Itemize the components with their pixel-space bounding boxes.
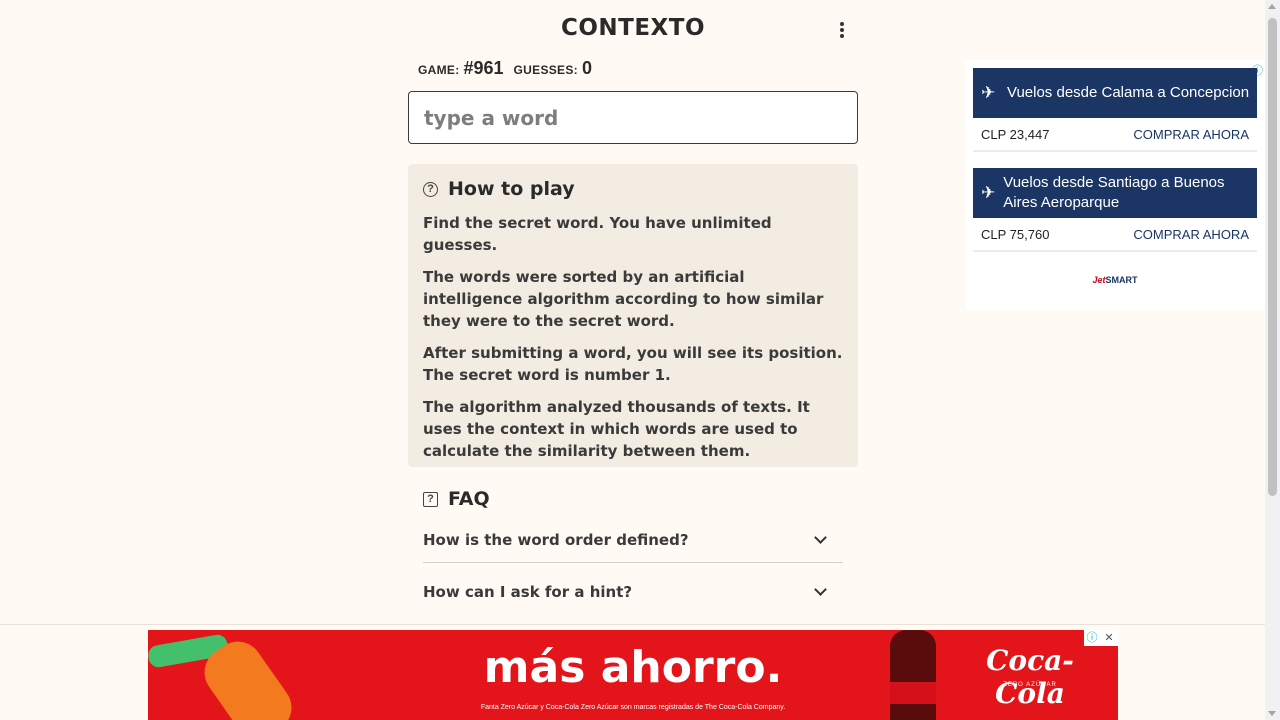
faq-item-word-order[interactable]: How is the word order defined? [423,518,843,563]
ad-card-title: Vuelos desde Santiago a Buenos Aires Aer… [1003,174,1225,211]
coca-cola-logo: Coca-Cola [986,644,1074,710]
word-input[interactable] [408,91,858,144]
bottle-label-image [890,682,936,704]
faq-question: How can I ask for a hint? [423,583,633,601]
ad-card-header[interactable]: ✈ Vuelos desde Santiago a Buenos Aires A… [973,168,1257,218]
how-to-play-paragraph: The algorithm analyzed thousands of text… [423,398,810,460]
main-column: CONTEXTO GAME: #961 GUESSES: 0 ? How to … [408,0,858,601]
coca-cola-bottle-image [890,630,936,720]
chevron-down-icon [814,531,827,544]
bottom-banner-ad[interactable]: más ahorro. Fanta Zero Azúcar y Coca-Col… [148,630,1118,720]
faq-title: FAQ [448,488,490,510]
ad-card-footer: CLP 75,760 COMPRAR AHORA [973,218,1257,252]
faq-item-hint[interactable]: How can I ask for a hint? [423,563,843,615]
game-info: GAME: #961 GUESSES: 0 [418,58,602,79]
scroll-up-arrow-icon[interactable] [1268,4,1276,9]
faq-header: ? FAQ [423,488,843,510]
plane-icon: ✈ [981,183,996,202]
chevron-down-icon [814,583,827,596]
question-circle-icon: ? [423,181,438,197]
how-to-play-paragraph: After submitting a word, you will see it… [423,344,843,384]
ad-buy-button[interactable]: COMPRAR AHORA [1133,127,1249,142]
plane-icon: ✈ [981,83,996,102]
guesses-count: 0 [581,58,592,78]
kebab-menu-icon[interactable] [838,22,846,42]
how-to-play-header: ? How to play [423,178,843,200]
scrollbar-thumb[interactable] [1268,18,1277,496]
question-square-icon: ? [423,491,438,507]
ad-close-icon[interactable]: ✕ [1100,630,1118,646]
how-to-play-paragraph: Find the secret word. You have unlimited… [423,214,772,254]
ad-card-footer: CLP 23,447 COMPRAR AHORA [973,118,1257,152]
how-to-play-paragraph: The words were sorted by an artificial i… [423,268,824,330]
ad-price: CLP 23,447 [981,126,1050,142]
side-ad[interactable]: ⓘ ✈ Vuelos desde Calama a Concepcion CLP… [965,60,1265,310]
faq-section: ? FAQ How is the word order defined? How… [408,488,858,615]
header: CONTEXTO [408,0,858,62]
divider [0,624,1265,625]
page-scrollbar[interactable] [1265,0,1280,720]
ad-brand-suffix: SMART [1105,275,1138,285]
how-to-play-title: How to play [448,178,575,200]
ad-card-title: Vuelos desde Calama a Concepcion [1007,84,1250,101]
page-title: CONTEXTO [560,15,706,41]
ad-buy-button[interactable]: COMPRAR AHORA [1133,227,1249,242]
ad-brand-logo[interactable]: JetSMART [965,275,1265,285]
how-to-play-panel: ? How to play Find the secret word. You … [408,164,858,467]
ad-price: CLP 75,760 [981,226,1050,242]
scroll-down-arrow-icon[interactable] [1268,711,1276,716]
ad-brand-prefix: Jet [1092,275,1106,285]
ad-card-header[interactable]: ✈ Vuelos desde Calama a Concepcion [973,68,1257,118]
game-label: GAME: [418,63,460,77]
game-number: #961 [463,58,504,78]
ad-info-icon[interactable]: ⓘ [1084,630,1100,646]
ad-card-flight[interactable]: ✈ Vuelos desde Santiago a Buenos Aires A… [973,168,1257,252]
guesses-label: GUESSES: [513,63,578,77]
faq-question: How is the word order defined? [423,531,689,549]
coca-cola-logo-sub: ZERO AZÚCAR [1003,682,1057,688]
ad-card-flight[interactable]: ✈ Vuelos desde Calama a Concepcion CLP 2… [973,68,1257,152]
